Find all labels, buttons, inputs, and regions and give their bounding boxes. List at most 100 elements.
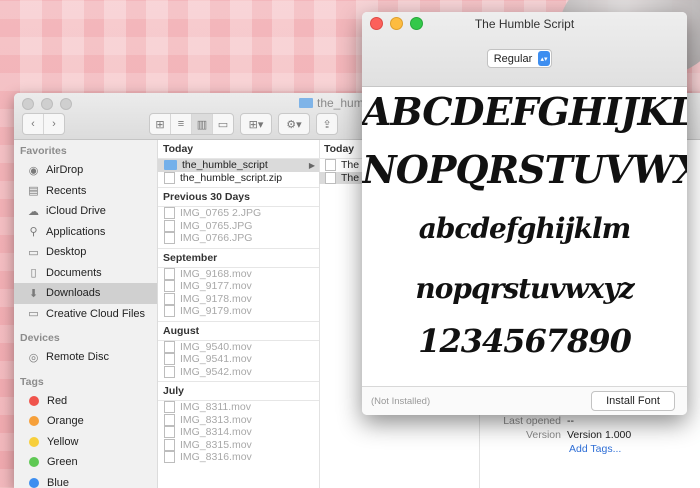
file-name: IMG_0765.JPG: [180, 220, 252, 232]
style-select[interactable]: Regular ▴▾: [487, 49, 552, 68]
section-heading: September: [158, 248, 319, 268]
file-icon: [164, 439, 175, 451]
section-heading: Previous 30 Days: [158, 187, 319, 207]
tag-red[interactable]: Red: [14, 391, 157, 412]
file-row[interactable]: IMG_9179.mov: [158, 305, 319, 318]
file-name: IMG_9179.mov: [180, 305, 252, 317]
lowercase-sample-2: nopqrstuvwxyz: [362, 272, 687, 305]
file-row[interactable]: IMG_9177.mov: [158, 280, 319, 293]
minimize-button[interactable]: [41, 98, 53, 110]
last-opened-label: Last opened: [499, 415, 561, 427]
font-preview-window: The Humble Script Regular ▴▾ ABCDEFGHIJK…: [362, 12, 687, 415]
tag-blue[interactable]: Blue: [14, 473, 157, 488]
file-icon: [164, 366, 175, 378]
sidebar-item-remote-disc[interactable]: ◎Remote Disc: [14, 347, 157, 368]
file-icon: [164, 220, 175, 232]
disc-icon: ◎: [27, 351, 40, 364]
file-row[interactable]: IMG_0766.JPG: [158, 232, 319, 245]
finder-window-controls: [22, 98, 72, 110]
tag-color-dot: [29, 396, 39, 406]
sidebar-item-icloud-drive[interactable]: ☁iCloud Drive: [14, 201, 157, 222]
file-row[interactable]: IMG_8316.mov: [158, 451, 319, 464]
favorites-heading: Favorites: [14, 140, 157, 160]
file-row[interactable]: the_humble_script ▶: [158, 159, 319, 172]
file-row[interactable]: IMG_8314.mov: [158, 426, 319, 439]
file-name: IMG_9178.mov: [180, 293, 252, 305]
sidebar-item-label: Downloads: [46, 287, 100, 299]
folder-icon: ▭: [27, 307, 40, 320]
file-name: the_humble_script: [182, 159, 268, 171]
file-row[interactable]: IMG_0765.JPG: [158, 220, 319, 233]
sidebar-item-label: iCloud Drive: [46, 205, 106, 217]
version-label: Version: [499, 429, 561, 441]
file-name: IMG_0765 2.JPG: [180, 207, 261, 219]
documents-icon: ▯: [27, 266, 40, 279]
tag-green[interactable]: Green: [14, 452, 157, 473]
applications-icon: ⚲: [27, 225, 40, 238]
file-row[interactable]: IMG_8315.mov: [158, 439, 319, 452]
install-status: (Not Installed): [371, 396, 430, 407]
file-name: IMG_0766.JPG: [180, 232, 252, 244]
sidebar-item-recents[interactable]: ▤Recents: [14, 181, 157, 202]
folder-icon: [164, 160, 177, 170]
file-icon: [164, 426, 175, 438]
sidebar-item-downloads[interactable]: ⬇ Downloads: [14, 283, 157, 304]
columns-icon: ▥: [197, 118, 207, 131]
tag-yellow[interactable]: Yellow: [14, 432, 157, 453]
icon-view-button[interactable]: ⊞: [150, 114, 171, 134]
file-icon: [164, 280, 175, 292]
tag-label: Blue: [47, 477, 69, 488]
file-name: IMG_9542.mov: [180, 366, 252, 378]
group-icon: ⊞▾: [249, 118, 264, 131]
file-name: IMG_8311.mov: [180, 401, 251, 413]
column-view-button[interactable]: ▥: [192, 114, 213, 134]
font-window-footer: (Not Installed) Install Font: [362, 386, 687, 415]
view-switcher: ⊞ ≡ ▥ ▭: [149, 113, 234, 135]
lowercase-sample-1: abcdefghijklm: [362, 212, 687, 245]
file-row[interactable]: IMG_8311.mov: [158, 401, 319, 414]
sidebar-item-creative-cloud-files[interactable]: ▭Creative Cloud Files: [14, 304, 157, 325]
downloads-icon: ⬇: [27, 287, 40, 300]
tag-color-dot: [29, 457, 39, 467]
gallery-icon: ▭: [218, 118, 228, 131]
file-name: IMG_8315.mov: [180, 439, 252, 451]
zoom-button[interactable]: [60, 98, 72, 110]
sidebar-item-documents[interactable]: ▯Documents: [14, 263, 157, 284]
version-row: VersionVersion 1.000: [499, 429, 631, 441]
file-row[interactable]: IMG_9541.mov: [158, 353, 319, 366]
file-icon: [164, 172, 175, 184]
install-font-button[interactable]: Install Font: [591, 391, 675, 411]
tag-label: Green: [47, 456, 78, 468]
sidebar-item-label: Applications: [46, 226, 105, 238]
sidebar-item-desktop[interactable]: ▭Desktop: [14, 242, 157, 263]
style-select-value: Regular: [488, 53, 538, 65]
close-button[interactable]: [22, 98, 34, 110]
add-tags-link[interactable]: Add Tags...: [569, 443, 621, 455]
tags-heading: Tags: [14, 371, 157, 391]
forward-button[interactable]: ›: [44, 114, 64, 134]
file-row[interactable]: IMG_9168.mov: [158, 268, 319, 281]
sidebar-item-airdrop[interactable]: ◉AirDrop: [14, 160, 157, 181]
file-row[interactable]: IMG_0765 2.JPG: [158, 207, 319, 220]
file-row[interactable]: IMG_9542.mov: [158, 366, 319, 379]
action-button[interactable]: ⚙▾: [278, 113, 310, 135]
file-row[interactable]: IMG_9540.mov: [158, 341, 319, 354]
file-row[interactable]: IMG_8313.mov: [158, 414, 319, 427]
tag-color-dot: [29, 416, 39, 426]
file-icon: [164, 305, 175, 317]
sidebar-item-applications[interactable]: ⚲ Applications: [14, 222, 157, 243]
tag-orange[interactable]: Orange: [14, 411, 157, 432]
file-row[interactable]: the_humble_script.zip: [158, 172, 319, 185]
file-icon: [164, 451, 175, 463]
share-button[interactable]: ⇪: [316, 113, 338, 135]
back-button[interactable]: ‹: [23, 114, 44, 134]
file-name: IMG_9177.mov: [180, 280, 252, 292]
chevron-right-icon: ›: [52, 118, 56, 130]
file-icon: [164, 353, 175, 365]
sidebar-item-label: Recents: [46, 185, 86, 197]
group-by-button[interactable]: ⊞▾: [240, 113, 272, 135]
gallery-view-button[interactable]: ▭: [213, 114, 233, 134]
list-view-button[interactable]: ≡: [171, 114, 192, 134]
disclosure-arrow-icon: ▶: [309, 161, 315, 170]
file-row[interactable]: IMG_9178.mov: [158, 293, 319, 306]
